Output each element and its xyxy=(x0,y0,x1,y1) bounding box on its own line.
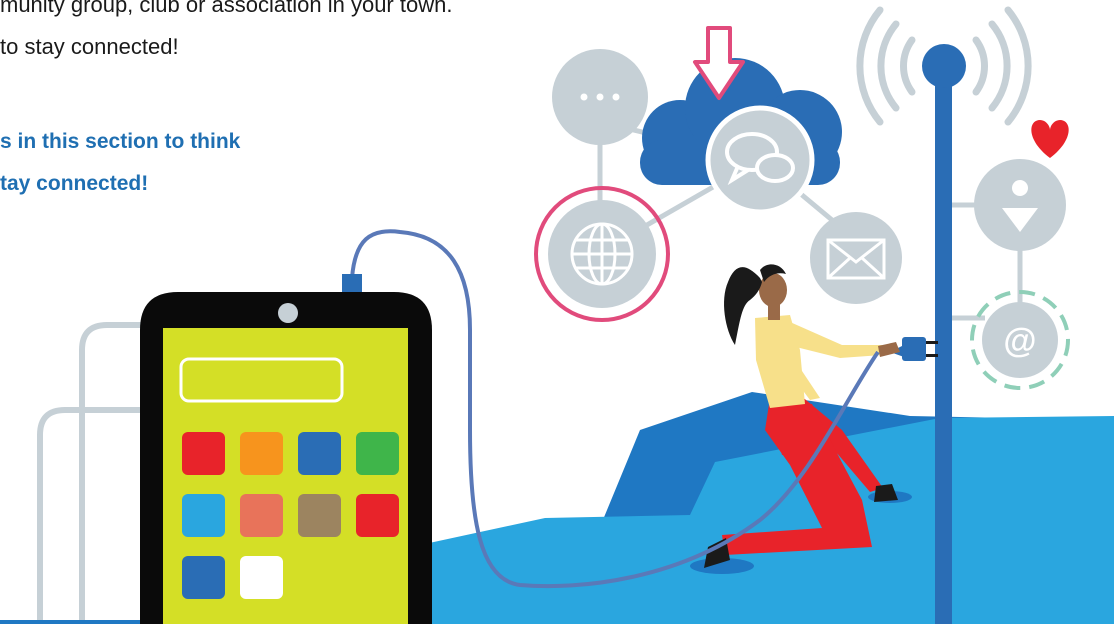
app-tile-3 xyxy=(298,432,341,475)
outline-line-outer xyxy=(79,322,150,624)
bottom-band xyxy=(0,620,140,624)
app-tile-5 xyxy=(182,494,225,537)
outline-line-inner xyxy=(37,407,150,624)
ellipsis-icon xyxy=(552,49,648,145)
app-tile-1 xyxy=(182,432,225,475)
app-tile-9 xyxy=(182,556,225,599)
app-tile-6 xyxy=(240,494,283,537)
person-icon xyxy=(974,159,1066,251)
app-tile-10 xyxy=(240,556,283,599)
speech-bubble-icon xyxy=(705,105,815,215)
at-sign-glyph: @ xyxy=(1003,322,1036,360)
globe-icon xyxy=(534,186,670,322)
heart-icon xyxy=(1031,120,1069,158)
app-tile-4 xyxy=(356,432,399,475)
phone-camera xyxy=(278,303,298,323)
at-sign-icon: @ xyxy=(970,290,1070,390)
envelope-icon xyxy=(810,212,902,304)
app-tile-8 xyxy=(356,494,399,537)
app-tile-2 xyxy=(240,432,283,475)
app-tile-7 xyxy=(298,494,341,537)
connected-illustration: @ xyxy=(0,6,1114,624)
antenna-top xyxy=(922,44,966,88)
smartphone xyxy=(140,274,432,624)
